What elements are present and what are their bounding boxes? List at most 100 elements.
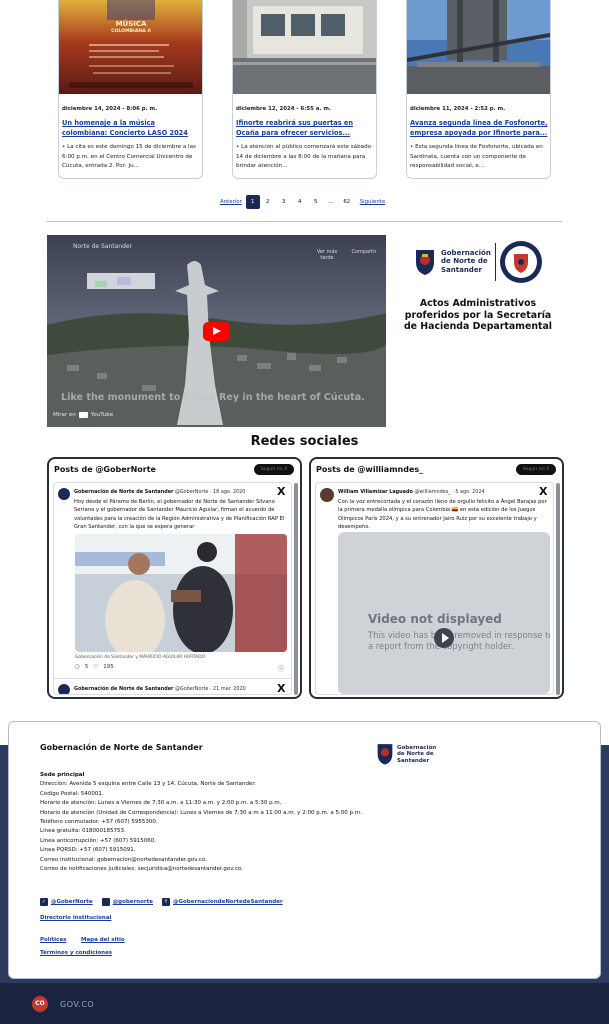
video-not-displayed-title: Video not displayed [368,612,502,626]
govco-badge-text: CO [35,1000,45,1007]
pagination-ellipsis: ... [328,199,334,205]
post-image[interactable] [75,534,287,652]
footer-line: Línea gratuita: 018000185753. [40,828,126,835]
footer-line: Línea anticorrupción: +57 (607) 5915060. [40,837,157,844]
x-logo-icon[interactable]: X [277,485,285,498]
politicas-link[interactable]: Políticas [40,937,66,943]
twitter-timeline-feed[interactable]: Gobernación de Norte de Santander @Gober… [53,482,292,695]
follow-on-x-button[interactable]: Seguir en X [516,464,556,475]
twitter-timeline-gobernorte[interactable]: Posts de @GoberNorte Seguir en X Goberna… [47,457,302,699]
actos-administrativos-link[interactable]: Actos Administrativos proferidos por la … [403,298,553,333]
directorio-link[interactable]: Directorio institucional [40,915,111,921]
news-card-1[interactable]: MÚSICA COLOMBIANA II diciembre 14, 2024 … [58,0,203,179]
play-triangle [442,633,449,643]
footer-line: Teléfono conmutador: +57 (607) 5955300. [40,819,158,826]
pagination-next[interactable]: Siguiente [360,199,385,205]
shield-icon [377,744,393,765]
govco-bar: CO GOV.CO [0,983,609,1024]
post-handle: @GoberNorte · 18 ago. 2020 [175,489,246,495]
pagination-page-2[interactable]: 2 [260,199,276,205]
post-handle: @GoberNorte · 21 mar. 2020 [175,686,246,692]
post-divider [54,678,291,679]
video-not-displayed-text: This video has been removed in response … [368,630,550,651]
news-card-3-image[interactable] [407,0,550,94]
scrollbar[interactable] [294,483,298,695]
twitter-timeline-feed[interactable]: William Villamizar Laguado @williamndes_… [315,482,554,695]
x-logo-icon[interactable]: X [277,682,285,694]
watch-on-label: Mirar en [53,412,76,418]
play-icon[interactable] [203,322,230,341]
news-title-link[interactable]: Un homenaje a la música colombiana: Conc… [62,118,200,138]
social-twitter-label[interactable]: @GoberNorte [51,899,93,905]
govco-label[interactable]: GOV.CO [60,1000,94,1009]
social-instagram-label[interactable]: @gobernorte [113,899,153,905]
like-count: 195 [103,664,114,670]
post-actions: ○ 5 ♡ 195 [75,664,114,670]
news-title-link[interactable]: Avanza segunda línea de Fosfonorte, empr… [410,118,548,138]
info-icon[interactable]: ⓘ [278,664,284,673]
social-facebook-label[interactable]: @GobernaciondeNortedeSantander [173,899,283,905]
avatar[interactable] [58,488,70,500]
shield-icon [416,250,434,275]
youtube-video-player[interactable]: Norte de Santander Ver más tarde Compart… [47,235,386,427]
mapa-sitio-link[interactable]: Mapa del sitio [81,937,125,943]
govco-badge-icon[interactable]: CO [32,996,48,1012]
facebook-icon: f [162,898,171,906]
follow-on-x-button[interactable]: Seguir en X [254,464,294,475]
post-author[interactable]: Gobernación de Norte de Santander @Gober… [74,686,246,692]
terminos-link[interactable]: Términos y condiciones [40,950,112,956]
news-card-2[interactable]: diciembre 12, 2024 - 6:55 a. m. Ifinorte… [232,0,377,179]
video-share[interactable]: Compartir [347,249,381,255]
news-card-3[interactable]: diciembre 11, 2024 - 2:52 p. m. Avanza s… [406,0,551,179]
footer-line: Línea PQRSD: +57 (607) 5915091. [40,847,136,854]
twitter-timeline-title: Posts de @williamndes_ [316,465,424,474]
footer-logo[interactable]: Gobernación de Norte de Santander [376,742,458,770]
footer-line: Correo institucional: gobernacion@norted… [40,856,207,863]
post-text: Hoy desde el Páramo de Berlín, el gobern… [74,499,285,531]
twitter-timeline-title: Posts de @GoberNorte [54,465,156,474]
scrollbar[interactable] [556,483,560,695]
news-card-1-image[interactable] [59,0,202,94]
pagination-page-last[interactable]: 62 [338,199,356,205]
gobernacion-logo[interactable]: Gobernación de Norte de Santander [414,247,498,277]
footer: Gobernación de Norte de Santander Gobern… [8,721,601,979]
social-facebook[interactable]: f @GobernaciondeNortedeSantander [162,897,283,907]
logo-text: Gobernación de Norte de Santander [441,249,491,274]
poster-title-line1: MÚSICA [115,20,147,28]
logo-line-2: de Norte de [397,751,434,758]
youtube-logo-icon [78,412,88,418]
post-author[interactable]: William Villamizar Laguado @williamndes_… [338,489,485,495]
x-logo-icon[interactable]: X [539,485,547,498]
heart-icon[interactable]: ♡ [93,664,98,670]
pagination-prev[interactable]: Anterior [220,199,242,205]
footer-contact-info: Sede principal Dirección: Avenida 5 esqu… [40,771,380,874]
pagination: Anterior 1 2 3 4 5 ... 62 Siguiente [220,195,385,209]
poster-title: MÚSICA COLOMBIANA II [103,20,159,36]
video-watch-later[interactable]: Ver más tarde [312,249,342,261]
logo-line-3: Santander [397,757,430,764]
removed-video[interactable]: Video not displayed This video has been … [338,532,550,694]
poster-title-line2: COLOMBIANA II [111,29,151,34]
hacienda-seal-icon[interactable] [499,240,543,284]
image-caption: Gobernación de Santander y MAURICIO AGUI… [75,655,206,660]
footer-social-links: ✓ @GoberNorte @gobernorte f @Gobernacion… [40,897,292,907]
pagination-page-3[interactable]: 3 [276,199,292,205]
pagination-page-1[interactable]: 1 [245,195,260,209]
avatar[interactable] [58,684,70,694]
post-author[interactable]: Gobernación de Norte de Santander @Gober… [74,489,245,495]
pagination-page-5[interactable]: 5 [308,199,324,205]
news-title-link[interactable]: Ifinorte reabrirá sus puertas en Ocaña p… [236,118,374,138]
twitter-timeline-williamndes[interactable]: Posts de @williamndes_ Seguir en X Willi… [309,457,564,699]
news-date: diciembre 14, 2024 - 8:06 p. m. [62,106,158,112]
social-instagram[interactable]: @gobernorte [101,897,153,907]
social-twitter[interactable]: ✓ @GoberNorte [40,897,93,907]
footer-line: Dirección: Avenida 5 esquina entre Calle… [40,781,256,788]
pagination-page-4[interactable]: 4 [292,199,308,205]
news-card-2-image[interactable] [233,0,376,94]
watch-on-youtube[interactable]: Mirar en YouTube [53,412,113,418]
twitter-icon: ✓ [40,898,48,906]
video-caption: Like the monument to Cristo Rey in the h… [61,392,365,403]
footer-line: Horario de atención (Unidad de Correspon… [40,809,362,816]
avatar[interactable] [320,488,334,502]
reply-icon[interactable]: ○ [75,664,80,670]
